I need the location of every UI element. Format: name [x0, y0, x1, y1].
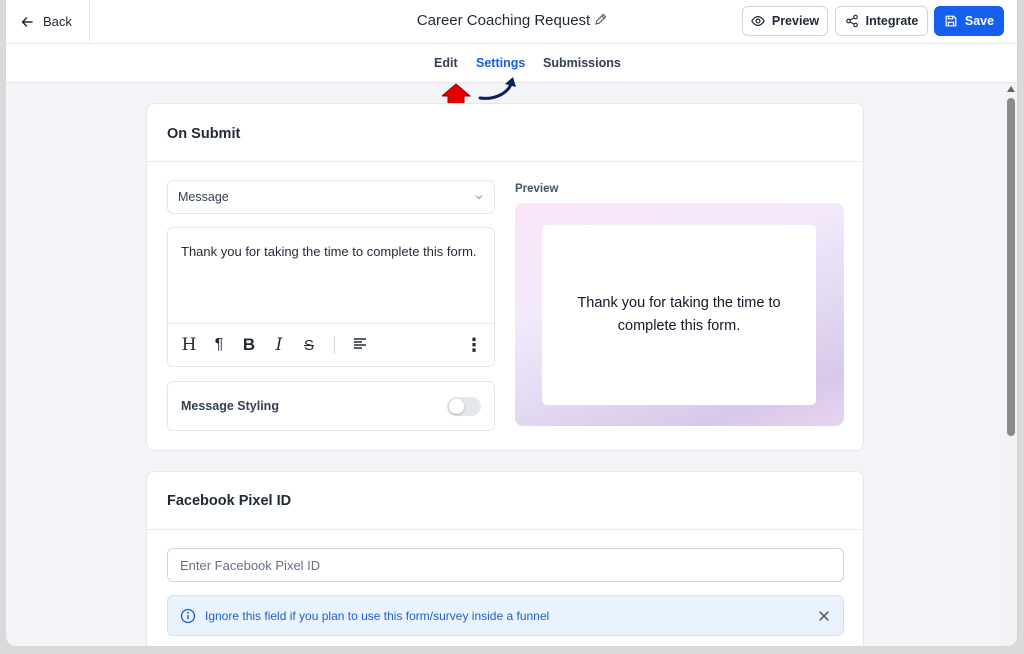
- app-window: Back Career Coaching Request Preview Int…: [6, 0, 1018, 646]
- message-styling-toggle[interactable]: [447, 396, 481, 416]
- facebook-pixel-input[interactable]: [167, 548, 844, 582]
- facebook-pixel-card: Facebook Pixel ID Ignore this field if y…: [146, 471, 864, 646]
- message-editor: Thank you for taking the time to complet…: [167, 227, 495, 367]
- bold-icon[interactable]: B: [241, 335, 257, 355]
- chevron-down-icon: [475, 195, 483, 200]
- paragraph-icon[interactable]: ¶: [211, 336, 227, 354]
- toolbar-divider: [334, 336, 335, 354]
- message-textarea[interactable]: Thank you for taking the time to complet…: [168, 228, 494, 324]
- submit-action-value: Message: [178, 190, 229, 204]
- tab-submissions[interactable]: Submissions: [543, 56, 621, 70]
- on-submit-title: On Submit: [147, 104, 863, 162]
- on-submit-card: On Submit Message Thank you for taking t…: [146, 103, 864, 451]
- preview-button-label: Preview: [771, 14, 820, 28]
- info-icon: [180, 608, 196, 623]
- preview-message-text: Thank you for taking the time to complet…: [542, 225, 816, 405]
- funnel-info-text: Ignore this field if you plan to use thi…: [205, 608, 550, 623]
- submit-action-select[interactable]: Message: [167, 180, 495, 214]
- preview-button[interactable]: Preview: [742, 6, 828, 36]
- editor-toolbar: H ¶ B I S ⋮: [168, 324, 494, 366]
- pencil-icon[interactable]: [594, 13, 607, 26]
- heading-icon[interactable]: H: [181, 335, 197, 355]
- integrate-button-label: Integrate: [865, 14, 919, 28]
- message-styling-row: Message Styling: [167, 381, 495, 431]
- integrate-button[interactable]: Integrate: [835, 6, 928, 36]
- italic-icon[interactable]: I: [271, 335, 287, 355]
- share-icon: [845, 14, 858, 28]
- align-left-icon[interactable]: [352, 335, 368, 356]
- back-label: Back: [43, 14, 72, 29]
- close-icon[interactable]: [817, 609, 831, 623]
- back-button[interactable]: Back: [6, 0, 90, 43]
- funnel-info-banner: Ignore this field if you plan to use thi…: [167, 595, 844, 636]
- save-icon: [945, 15, 957, 27]
- scroll-up-arrow[interactable]: [1007, 86, 1015, 92]
- save-button[interactable]: Save: [934, 6, 1004, 36]
- scroll-thumb[interactable]: [1007, 98, 1015, 436]
- form-title-text[interactable]: Career Coaching Request: [417, 12, 590, 29]
- tab-settings[interactable]: Settings: [476, 56, 525, 70]
- arrow-left-icon: [21, 16, 33, 27]
- top-bar: Back Career Coaching Request Preview Int…: [6, 0, 1017, 44]
- strikethrough-icon[interactable]: S: [301, 337, 317, 354]
- save-button-label: Save: [964, 14, 995, 28]
- scrollbar[interactable]: [1004, 84, 1017, 646]
- more-options-icon[interactable]: ⋮: [465, 335, 483, 356]
- facebook-pixel-title: Facebook Pixel ID: [147, 472, 863, 530]
- message-preview: Thank you for taking the time to complet…: [515, 203, 844, 426]
- eye-icon: [751, 16, 765, 26]
- preview-label: Preview: [515, 183, 559, 195]
- message-styling-label: Message Styling: [181, 399, 279, 413]
- tab-edit[interactable]: Edit: [434, 56, 458, 70]
